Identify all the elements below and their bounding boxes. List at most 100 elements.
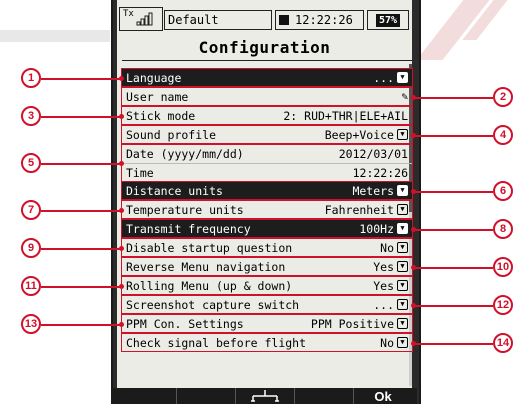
row-divider bbox=[122, 295, 412, 296]
row-label: Temperature units bbox=[126, 202, 244, 217]
settings-row-date-yyyy-mm-dd[interactable]: Date (yyyy/mm/dd) 2012/03/01 bbox=[122, 145, 412, 162]
settings-row-ppm-con-settings[interactable]: PPM Con. Settings PPM Positive ▼ bbox=[122, 315, 412, 332]
settings-row-screenshot-capture-switch[interactable]: Screenshot capture switch... ▼ bbox=[122, 296, 412, 313]
dropdown-arrow-icon[interactable]: ▼ bbox=[397, 318, 408, 329]
callout-leader-line bbox=[41, 324, 121, 326]
row-value-text: Meters bbox=[352, 183, 394, 198]
callout-anchor-dot bbox=[119, 161, 124, 166]
dropdown-arrow-icon[interactable]: ▼ bbox=[397, 129, 408, 140]
settings-row-disable-startup-question[interactable]: Disable startup question No ▼ bbox=[122, 239, 412, 256]
callout-number: 4 bbox=[493, 125, 513, 145]
row-label: Rolling Menu (up & down) bbox=[126, 278, 293, 293]
settings-row-temperature-units[interactable]: Temperature units Fahrenheit ▼ bbox=[122, 201, 412, 218]
dropdown-arrow-icon[interactable]: ▼ bbox=[397, 337, 408, 348]
row-value[interactable]: ... ▼ bbox=[373, 71, 408, 85]
row-value[interactable]: 2012/03/01 bbox=[339, 147, 408, 161]
row-value-text: No bbox=[380, 240, 394, 255]
callout-leader-line bbox=[413, 229, 493, 231]
settings-row-check-signal-before-flight[interactable]: Check signal before flight No ▼ bbox=[122, 334, 412, 351]
callout-number: 6 bbox=[493, 181, 513, 201]
callout-anchor-dot bbox=[119, 322, 124, 327]
dropdown-arrow-icon[interactable]: ▼ bbox=[397, 72, 408, 83]
row-label: Distance units bbox=[126, 183, 223, 198]
row-value[interactable]: Yes ▼ bbox=[373, 260, 408, 274]
row-value-text: 100Hz bbox=[359, 221, 394, 236]
row-label: Time bbox=[126, 165, 154, 180]
callout-anchor-dot bbox=[119, 76, 124, 81]
softkey-tree[interactable] bbox=[236, 388, 295, 404]
row-value[interactable]: 2: RUD+THR|ELE+AIL bbox=[283, 109, 408, 123]
settings-row-language[interactable]: Language... ▼ bbox=[122, 69, 412, 86]
row-value-text: ... bbox=[373, 297, 394, 312]
row-value-text: No bbox=[380, 335, 394, 350]
settings-row-user-name[interactable]: User name ✎ bbox=[122, 88, 412, 105]
settings-row-time[interactable]: Time 12:22:26 bbox=[122, 164, 412, 181]
dropdown-arrow-icon[interactable]: ▼ bbox=[397, 299, 408, 310]
row-value-text: Fahrenheit bbox=[324, 202, 394, 217]
row-value[interactable]: Yes ▼ bbox=[373, 279, 408, 293]
dropdown-arrow-icon[interactable]: ▼ bbox=[397, 223, 408, 234]
settings-row-stick-mode[interactable]: Stick mode 2: RUD+THR|ELE+AIL bbox=[122, 107, 412, 124]
row-label: Transmit frequency bbox=[126, 221, 251, 236]
dropdown-arrow-icon[interactable]: ▼ bbox=[397, 185, 408, 196]
callout-leader-line bbox=[413, 97, 493, 99]
row-value[interactable]: Beep+Voice ▼ bbox=[325, 128, 408, 142]
dropdown-arrow-icon[interactable]: ▼ bbox=[397, 242, 408, 253]
row-label: Language bbox=[126, 70, 182, 85]
row-divider bbox=[122, 87, 412, 88]
softkey-f4[interactable] bbox=[295, 388, 354, 404]
callout-leader-line bbox=[413, 343, 493, 345]
row-value[interactable]: PPM Positive ▼ bbox=[311, 317, 408, 331]
clock-time: 12:22:26 bbox=[295, 13, 353, 27]
dropdown-arrow-icon[interactable]: ▼ bbox=[397, 261, 408, 272]
settings-row-reverse-menu-navigation[interactable]: Reverse Menu navigation Yes ▼ bbox=[122, 258, 412, 275]
callout-anchor-dot bbox=[411, 227, 416, 232]
callout-number: 3 bbox=[21, 106, 41, 126]
callout-anchor-dot bbox=[119, 114, 124, 119]
row-value-text: ... bbox=[373, 70, 394, 85]
row-value-text: 2: RUD+THR|ELE+AIL bbox=[283, 108, 408, 123]
tx-label: Tx bbox=[123, 9, 134, 19]
callout-leader-line bbox=[413, 267, 493, 269]
title-divider bbox=[122, 60, 412, 61]
callout-anchor-dot bbox=[119, 208, 124, 213]
softkey-f1[interactable] bbox=[118, 388, 177, 404]
row-label: Disable startup question bbox=[126, 240, 293, 255]
dropdown-arrow-icon[interactable]: ▼ bbox=[397, 280, 408, 291]
callout-anchor-dot bbox=[411, 265, 416, 270]
tree-icon bbox=[251, 390, 279, 402]
row-value[interactable]: Meters ▼ bbox=[352, 184, 408, 198]
row-value[interactable]: ✎ bbox=[398, 90, 408, 103]
ok-button[interactable]: Ok bbox=[354, 388, 412, 404]
row-label: Reverse Menu navigation bbox=[126, 259, 286, 274]
page-title: Configuration bbox=[198, 38, 331, 57]
battery-indicator: 57% bbox=[367, 10, 409, 30]
callout-anchor-dot bbox=[411, 303, 416, 308]
model-name: Default bbox=[164, 10, 272, 30]
softkey-f2[interactable] bbox=[177, 388, 236, 404]
row-value-text: Yes bbox=[373, 259, 394, 274]
callout-number: 1 bbox=[21, 68, 41, 88]
callout-number: 8 bbox=[493, 219, 513, 239]
callout-leader-line bbox=[41, 116, 121, 118]
callout-anchor-dot bbox=[119, 284, 124, 289]
edit-pencil-icon[interactable]: ✎ bbox=[401, 90, 408, 103]
callout-anchor-dot bbox=[411, 341, 416, 346]
row-value[interactable]: ... ▼ bbox=[373, 298, 408, 312]
settings-row-rolling-menu-up-down[interactable]: Rolling Menu (up & down) Yes ▼ bbox=[122, 277, 412, 294]
settings-row-transmit-frequency[interactable]: Transmit frequency 100Hz ▼ bbox=[122, 220, 412, 237]
row-value[interactable]: 100Hz ▼ bbox=[359, 222, 408, 236]
row-value[interactable]: Fahrenheit ▼ bbox=[325, 203, 408, 217]
dropdown-arrow-icon[interactable]: ▼ bbox=[397, 204, 408, 215]
row-label: Sound profile bbox=[126, 127, 217, 142]
row-divider bbox=[122, 125, 412, 126]
row-value[interactable]: 12:22:26 bbox=[353, 166, 408, 180]
row-label: Screenshot capture switch bbox=[126, 297, 300, 312]
clock-cell: 12:22:26 bbox=[275, 10, 364, 30]
row-label: PPM Con. Settings bbox=[126, 316, 244, 331]
row-value[interactable]: No ▼ bbox=[380, 336, 408, 350]
settings-row-distance-units[interactable]: Distance units Meters ▼ bbox=[122, 182, 412, 199]
row-value[interactable]: No ▼ bbox=[380, 241, 408, 255]
settings-row-sound-profile[interactable]: Sound profile Beep+Voice ▼ bbox=[122, 126, 412, 143]
row-label: Date (yyyy/mm/dd) bbox=[126, 146, 244, 161]
